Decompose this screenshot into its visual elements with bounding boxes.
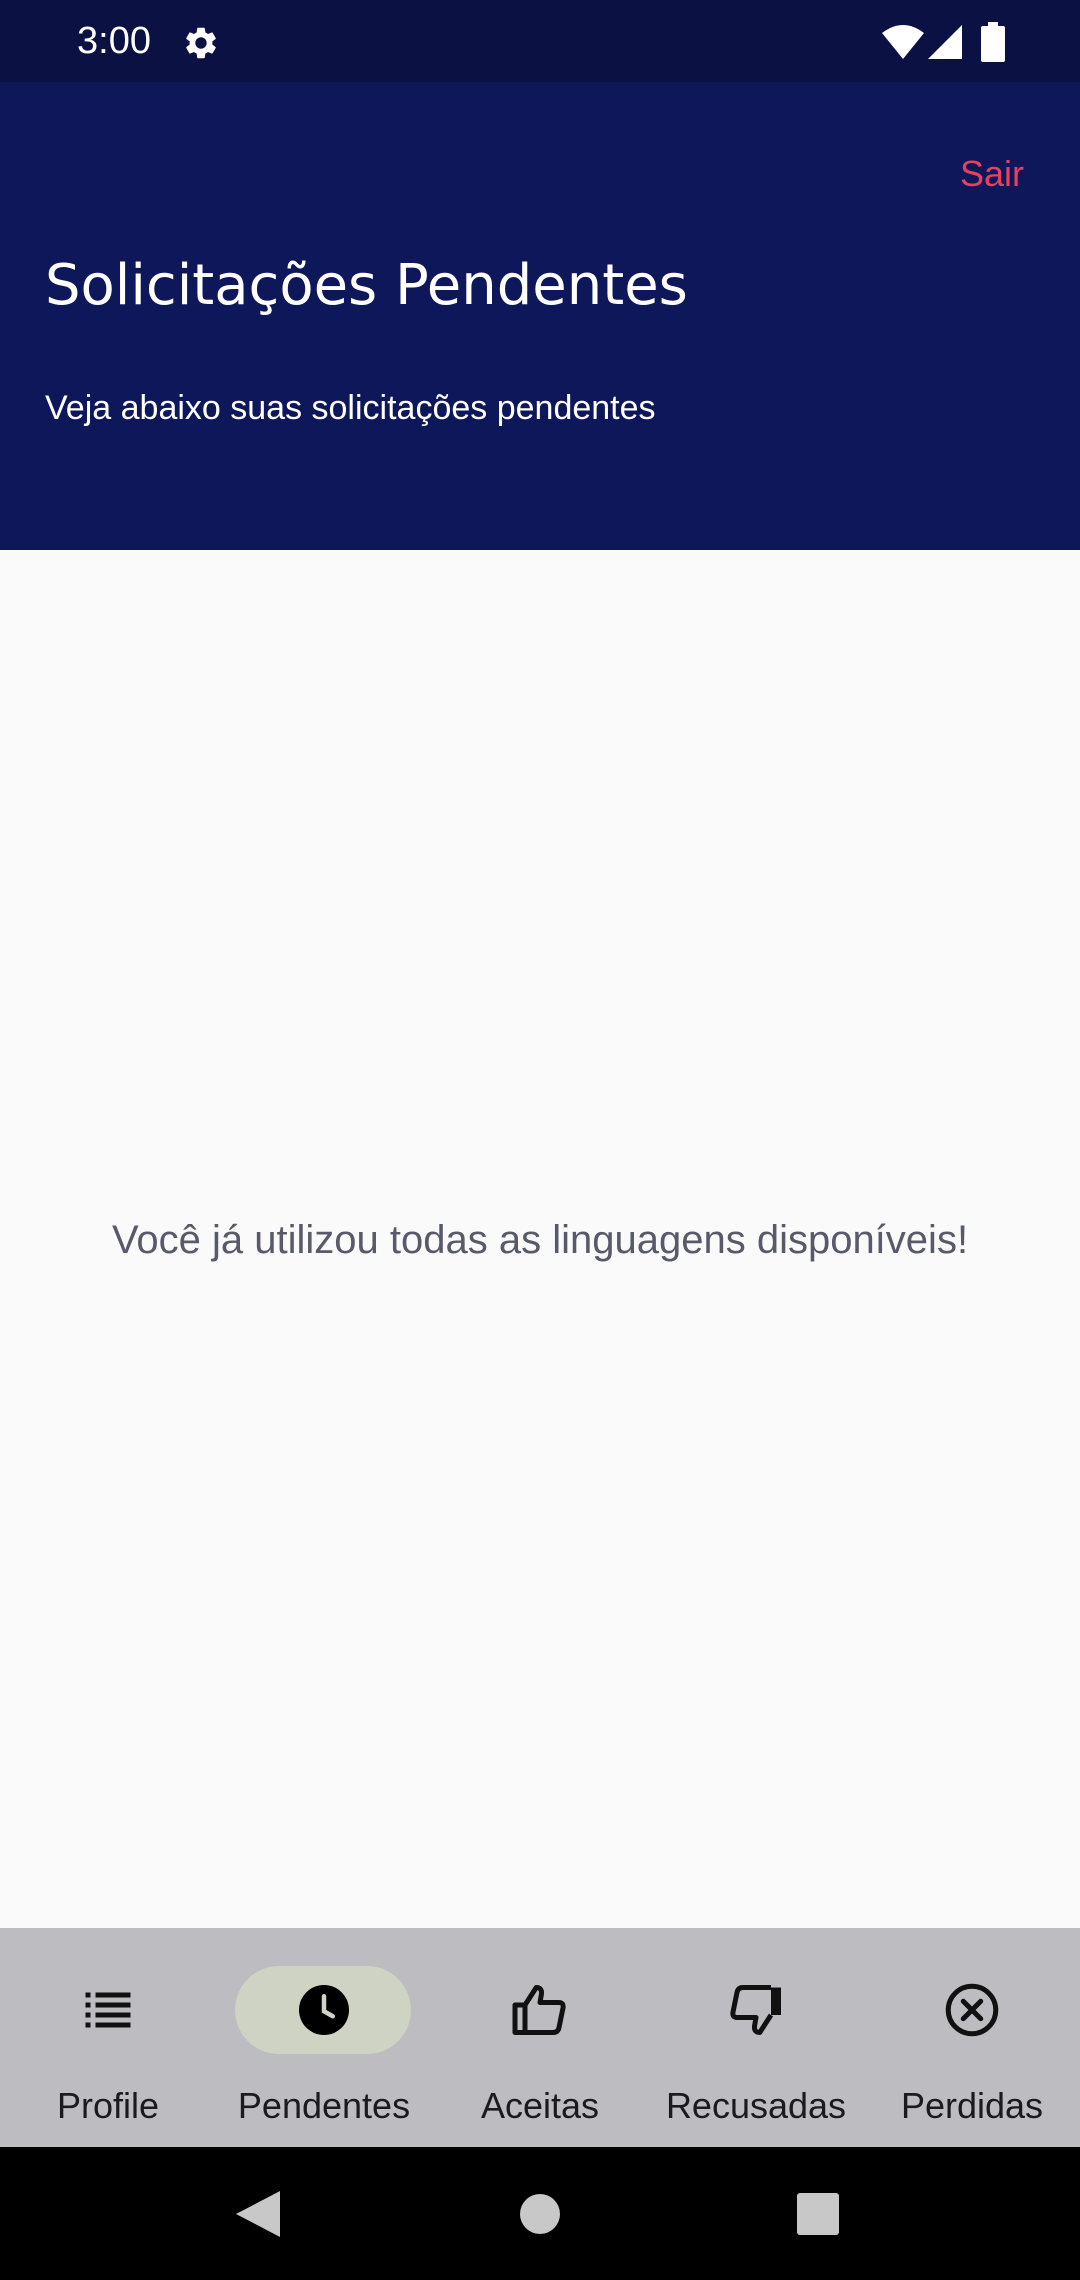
back-icon[interactable] [236, 2191, 280, 2237]
nav-item-aceitas[interactable]: Aceitas [432, 1928, 648, 2147]
page-subtitle: Veja abaixo suas solicitações pendentes [45, 389, 656, 427]
status-time: 3:00 [77, 20, 151, 62]
status-bar: 3:00 [0, 0, 1080, 82]
nav-label-pendentes: Pendentes [237, 2085, 411, 2126]
system-navigation-bar [0, 2147, 1080, 2280]
signal-icon [928, 25, 962, 59]
nav-label-profile: Profile [56, 2085, 160, 2126]
nav-label-recusadas: Recusadas [665, 2085, 847, 2126]
nav-label-perdidas: Perdidas [900, 2085, 1044, 2126]
thumbs-up-icon [512, 1985, 566, 2035]
thumbs-down-icon [730, 1985, 781, 2035]
nav-label-aceitas: Aceitas [480, 2085, 600, 2126]
clock-icon [299, 1985, 349, 2035]
home-icon[interactable] [519, 2193, 561, 2235]
main-content: Você já utilizou todas as linguagens dis… [0, 550, 1080, 1928]
nav-item-recusadas[interactable]: Recusadas [648, 1928, 864, 2147]
bottom-navigation: Profile Pendentes Aceitas Recusadas Perd… [0, 1928, 1080, 2147]
nav-item-pendentes[interactable]: Pendentes [216, 1928, 432, 2147]
app-screen: 3:00 Sair Solicitações Pendentes Veja ab… [0, 0, 1080, 2280]
page-title: Solicitações Pendentes [45, 253, 688, 318]
list-icon [85, 1992, 131, 2028]
nav-item-perdidas[interactable]: Perdidas [864, 1928, 1080, 2147]
nav-item-profile[interactable]: Profile [0, 1928, 216, 2147]
logout-button[interactable]: Sair [960, 152, 1024, 196]
header: Sair Solicitações Pendentes Veja abaixo … [0, 82, 1080, 550]
cancel-circle-icon [945, 1983, 999, 2037]
recents-icon[interactable] [797, 2193, 839, 2235]
gear-icon [186, 27, 216, 59]
wifi-icon [882, 25, 924, 59]
empty-state-message: Você já utilizou todas as linguagens dis… [111, 1218, 969, 1262]
battery-icon [981, 22, 1005, 62]
